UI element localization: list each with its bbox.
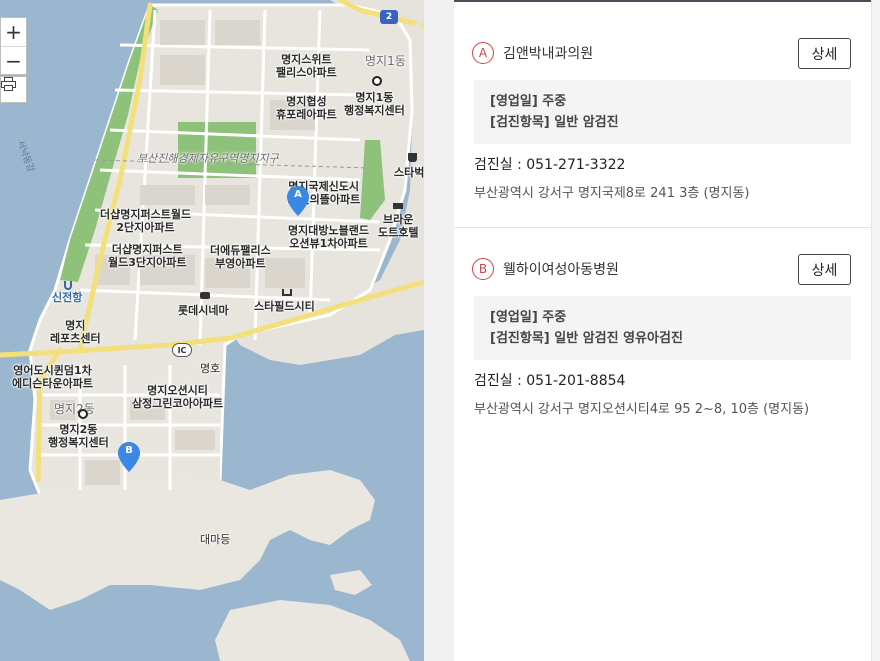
divider — [454, 227, 871, 228]
map-label-oceancity: 명지오션시티 삼정그린코아아파트 — [132, 384, 224, 410]
hotel-bed-icon — [393, 203, 403, 209]
marker-badge-b: B — [472, 258, 494, 280]
map-label-freezone: 부산진해경제자유구역명지지구 — [137, 152, 279, 165]
print-button[interactable] — [0, 76, 27, 103]
office-icon — [372, 76, 382, 86]
zoom-control: + − — [0, 17, 27, 75]
business-days: [영업일] 주중 — [490, 310, 567, 325]
map-label-daemadeung: 대마등 — [200, 533, 231, 546]
zoom-in-button[interactable]: + — [1, 18, 26, 46]
map-label-mj2dong-faint: 명지2동 — [54, 402, 95, 416]
office-icon-2 — [78, 409, 88, 419]
map-pin-a-letter: A — [294, 189, 302, 200]
map-label-mj1center: 명지1동 행정복지센터 — [344, 91, 405, 117]
panel-gap — [424, 0, 454, 661]
map-label-starfield: 스타필드시티 — [254, 300, 315, 313]
map-pin-b-letter: B — [125, 445, 133, 456]
map-label-mj2center: 명지2동 행정복지센터 — [48, 423, 109, 449]
map-label-lotte: 롯데시네마 — [178, 304, 229, 317]
port-anchor-icon — [64, 281, 72, 290]
clinic-name[interactable]: 웰하이여성아동병원 — [503, 259, 619, 279]
shopping-cart-icon — [282, 289, 292, 296]
card-header: A 김앤박내과의원 — [472, 40, 593, 66]
cinema-icon — [200, 292, 210, 299]
map-label-sinjeon: 신전항 — [52, 291, 83, 304]
info-box: [영업일] 주중 [검진항목] 일반 암검진 — [474, 80, 851, 144]
phone-number: 검진실 : 051-201-8854 — [474, 373, 626, 389]
map-label-hyupsung: 명지협성 휴포레아파트 — [276, 95, 337, 121]
card-header: B 웰하이여성아동병원 — [472, 256, 619, 282]
map-pin-a[interactable]: A — [287, 186, 309, 216]
detail-button[interactable]: 상세 — [798, 38, 851, 69]
address: 부산광역시 강서구 명지오션시티4로 95 2~8, 10층 (명지동) — [474, 402, 810, 417]
business-days: [영업일] 주중 — [490, 94, 567, 109]
map-label-myungho: 명호 — [200, 362, 221, 375]
checkup-items: [검진항목] 일반 암검진 영유아검진 — [490, 331, 683, 346]
map-label-daebang: 명지대방노블랜드 오션뷰1차아파트 — [288, 224, 369, 250]
info-box: [영업일] 주중 [검진항목] 일반 암검진 영유아검진 — [474, 296, 851, 360]
map-label-brown: 브라운 도트호텔 — [378, 213, 419, 239]
map-label-theedu: 더에듀팰리스 부영아파트 — [210, 244, 271, 270]
clinic-name[interactable]: 김앤박내과의원 — [503, 43, 593, 63]
scrollbar[interactable] — [871, 0, 880, 661]
phone-number: 검진실 : 051-271-3322 — [474, 157, 626, 173]
map-label-quenne: 영어도시퀸덤1차 에디슨타운아파트 — [12, 364, 93, 390]
zoom-out-button[interactable]: − — [1, 46, 26, 74]
ic-badge: IC — [172, 343, 192, 357]
detail-button[interactable]: 상세 — [798, 254, 851, 285]
address: 부산광역시 강서구 명지국제8로 241 3층 (명지동) — [474, 186, 750, 201]
checkup-items: [검진항목] 일반 암검진 — [490, 115, 619, 130]
map-label-deshap2: 더샵명지퍼스트월드 2단지아파트 — [100, 208, 192, 234]
printer-icon — [1, 77, 16, 91]
clinic-list[interactable]: A 김앤박내과의원 상세 [영업일] 주중 [검진항목] 일반 암검진 검진실 … — [454, 0, 871, 661]
map-pin-b[interactable]: B — [118, 442, 140, 472]
page-root: 2 IC 명지1동 명지스위트 팰리스아파트 명지1동 행정복지센터 명지협성 … — [0, 0, 880, 661]
map-label-starbucks: 스타벅 — [394, 166, 424, 179]
map-label-deshap3: 더샵명지퍼스트 월드3단지아파트 — [108, 243, 187, 269]
map-view[interactable]: 2 IC 명지1동 명지스위트 팰리스아파트 명지1동 행정복지센터 명지협성 … — [0, 0, 424, 661]
cafe-icon — [408, 153, 417, 162]
map-label-mj1dong-faint: 명지1동 — [365, 54, 406, 68]
road-shield-2: 2 — [380, 10, 398, 24]
map-label-sports: 명지 레포츠센터 — [50, 319, 101, 345]
map-label-sweet: 명지스위트 팰리스아파트 — [276, 53, 337, 79]
marker-badge-a: A — [472, 42, 494, 64]
